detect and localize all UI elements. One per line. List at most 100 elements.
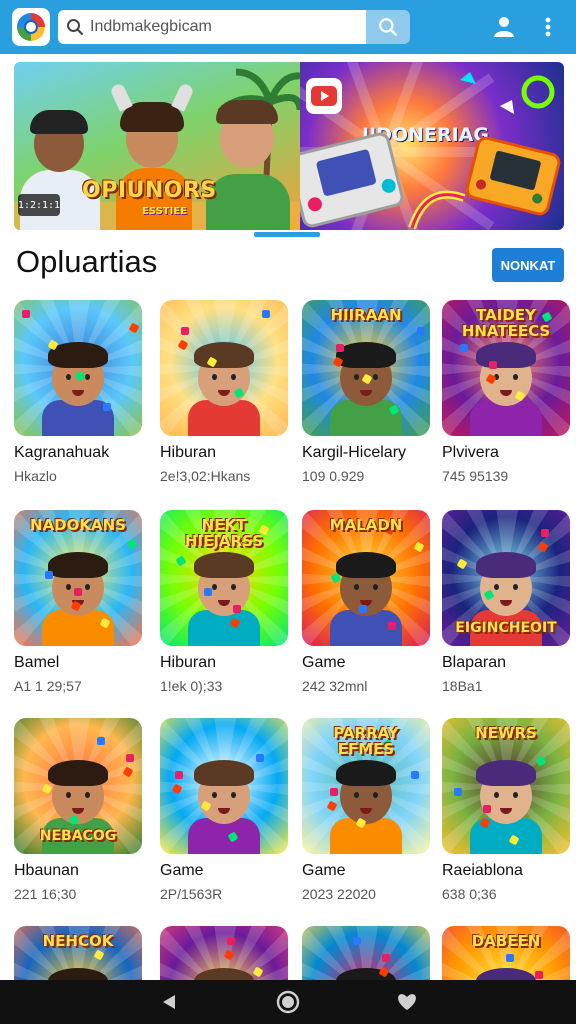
banner-left-subtitle: ESSTIEE <box>142 206 187 217</box>
app-card[interactable]: NADOKANS Bamel A1 1 29;57 <box>14 510 144 694</box>
app-screen: OPIUNORS ESSTIEE 1:2:1:1 IIDONERIAG <box>0 0 576 1024</box>
app-meta: 638 0;36 <box>442 886 497 902</box>
section-more-button[interactable]: NONKAT <box>492 248 564 282</box>
app-logo-icon[interactable] <box>12 8 50 46</box>
app-thumbnail[interactable]: EIGINCHEOIT <box>442 510 570 646</box>
app-thumbnail[interactable] <box>160 718 288 854</box>
cartoon-character-art <box>320 336 412 436</box>
app-thumbnail[interactable]: NEKT HIEJARSS <box>160 510 288 646</box>
app-card[interactable]: PARRAY EFMES Game 2023 22020 <box>302 718 432 902</box>
app-card[interactable]: HIIRAAN Kargil-Hicelary 109 0.929 <box>302 300 432 484</box>
app-meta: 2P/1563R <box>160 886 223 902</box>
app-card[interactable]: Hiburan 2e!3,02:Hkans <box>160 300 290 484</box>
home-circle-icon <box>276 990 300 1014</box>
handheld-console-image <box>300 130 406 230</box>
app-meta: 2023 22020 <box>302 886 376 902</box>
app-title: Kagranahuak <box>14 444 110 461</box>
app-title: Bamel <box>14 654 60 671</box>
app-thumbnail[interactable] <box>14 300 142 436</box>
app-title: Blaparan <box>442 654 507 671</box>
app-title: Raeiablona <box>442 862 523 879</box>
banner-right-art: IIDONERIAG <box>300 62 564 230</box>
app-meta: 18Ba1 <box>442 678 483 694</box>
cartoon-character-art <box>32 336 124 436</box>
app-title: Hbaunan <box>14 862 79 879</box>
app-thumbnail[interactable]: NEWRS <box>442 718 570 854</box>
app-card[interactable]: NEWRS Raeiablona 638 0;36 <box>442 718 572 902</box>
thumbnail-art-text: HIIRAAN <box>330 306 402 324</box>
cartoon-character-art <box>320 546 412 646</box>
app-meta: 745 95139 <box>442 468 509 484</box>
favorite-button[interactable] <box>395 990 419 1014</box>
banner-left-art: OPIUNORS ESSTIEE 1:2:1:1 <box>14 62 300 230</box>
cartoon-character-art <box>178 754 270 854</box>
search-box <box>58 10 366 44</box>
app-thumbnail[interactable]: MALADN <box>302 510 430 646</box>
top-app-bar <box>0 0 576 54</box>
app-thumbnail[interactable]: NADOKANS <box>14 510 142 646</box>
app-meta: 221 16;30 <box>14 886 77 902</box>
app-title: Hiburan <box>160 444 217 461</box>
home-button[interactable] <box>276 990 300 1014</box>
app-title: Game <box>160 862 204 879</box>
app-card[interactable]: Kagranahuak Hkazlo <box>14 300 144 484</box>
handheld-console-image-2 <box>463 134 563 218</box>
app-thumbnail[interactable]: HIIRAAN <box>302 300 430 436</box>
app-thumbnail[interactable]: NEBACOG <box>14 718 142 854</box>
play-icon <box>306 78 342 114</box>
banner-character-3 <box>200 90 292 230</box>
overflow-menu-button[interactable] <box>536 15 560 39</box>
app-card[interactable]: NEKT HIEJARSS Hiburan 1!ek 0);33 <box>160 510 290 694</box>
cartoon-character-art <box>32 546 124 646</box>
cartoon-character-art <box>460 336 552 436</box>
cartoon-character-art <box>460 754 552 854</box>
app-title: Game <box>302 862 346 879</box>
person-icon <box>494 17 514 37</box>
thumbnail-art-text: PARRAY EFMES <box>333 724 399 758</box>
app-card[interactable]: NEBACOG Hbaunan 221 16;30 <box>14 718 144 902</box>
app-thumbnail[interactable]: PARRAY EFMES <box>302 718 430 854</box>
app-card[interactable]: EIGINCHEOIT Blaparan 18Ba1 <box>442 510 572 694</box>
thumbnail-art-text: NEKT HIEJARSS <box>184 516 264 550</box>
app-title: Hiburan <box>160 654 217 671</box>
app-meta: 109 0.929 <box>302 468 365 484</box>
banner-badge: 1:2:1:1 <box>18 194 60 216</box>
more-vertical-icon <box>545 17 551 37</box>
app-title: Kargil-Hicelary <box>302 444 407 461</box>
search-icon <box>67 19 84 36</box>
system-navigation-bar <box>0 980 576 1024</box>
search-input[interactable] <box>90 18 360 36</box>
app-title: Game <box>302 654 346 671</box>
profile-button[interactable] <box>492 15 516 39</box>
app-card[interactable]: TAIDEY HNATEECS Plvivera 745 95139 <box>442 300 572 484</box>
app-meta: 2e!3,02:Hkans <box>160 468 251 484</box>
heart-icon <box>397 994 416 1010</box>
thumbnail-art-text: NEHCOK <box>42 932 114 950</box>
app-card[interactable]: MALADN Game 242 32mnl <box>302 510 432 694</box>
app-thumbnail[interactable] <box>160 300 288 436</box>
section-title: Opluartias <box>16 244 158 279</box>
app-meta: 242 32mnl <box>302 678 368 694</box>
back-button[interactable] <box>157 990 181 1014</box>
app-card[interactable]: Game 2P/1563R <box>160 718 290 902</box>
thumbnail-art-text: NADOKANS <box>30 516 126 534</box>
banner-page-indicator <box>254 232 320 237</box>
cartoon-character-art <box>178 546 270 646</box>
search-button[interactable] <box>366 10 410 44</box>
back-triangle-icon <box>163 995 176 1009</box>
cartoon-character-art <box>178 336 270 436</box>
featured-banner[interactable]: OPIUNORS ESSTIEE 1:2:1:1 IIDONERIAG <box>14 62 564 230</box>
app-meta: A1 1 29;57 <box>14 678 82 694</box>
thumbnail-art-text: NEBACOG <box>39 828 117 845</box>
thumbnail-art-text: EIGINCHEOIT <box>455 620 557 637</box>
app-meta: 1!ek 0);33 <box>160 678 223 694</box>
thumbnail-art-text: NEWRS <box>475 724 537 742</box>
thumbnail-art-text: DABEEN <box>471 932 541 950</box>
search-icon <box>379 18 397 36</box>
app-title: Plvivera <box>442 444 499 461</box>
app-meta: Hkazlo <box>14 468 57 484</box>
app-thumbnail[interactable]: TAIDEY HNATEECS <box>442 300 570 436</box>
banner-left-title: OPIUNORS <box>82 178 217 203</box>
thumbnail-art-text: TAIDEY HNATEECS <box>461 306 551 340</box>
thumbnail-art-text: MALADN <box>329 516 403 534</box>
